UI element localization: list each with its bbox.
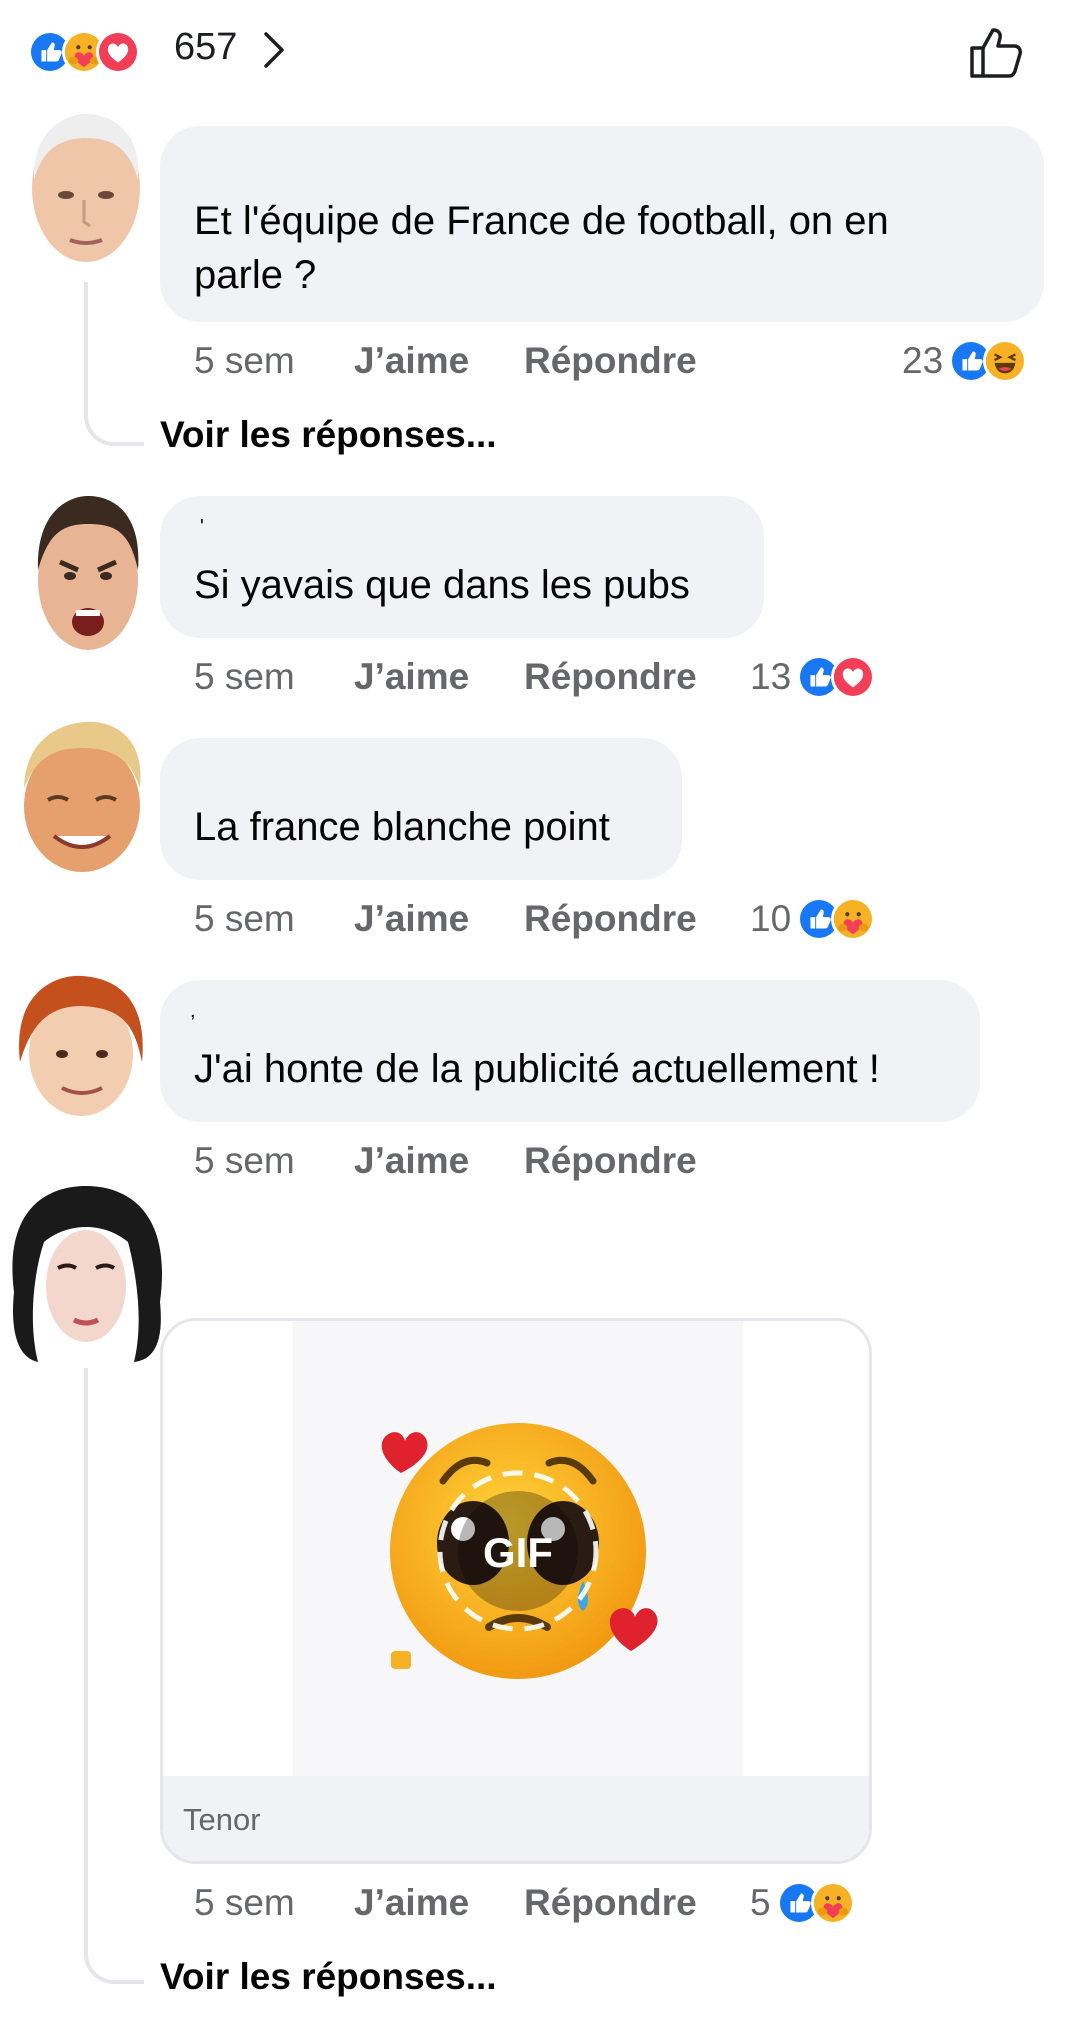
love-icon	[96, 30, 140, 74]
comment-text: Si yavais que dans les pubs	[194, 563, 690, 607]
comment-bubble: Et l'équipe de France de football, on en…	[160, 126, 1044, 322]
comment-actions: 5 sem J’aime Répondre	[194, 340, 754, 390]
avatar[interactable]	[26, 110, 146, 280]
chevron-right-icon[interactable]	[262, 30, 288, 70]
gif-footer: Tenor	[163, 1776, 869, 1861]
comment-reaction-count: 13	[750, 656, 792, 697]
reply-button[interactable]: Répondre	[524, 1882, 697, 1924]
reply-button[interactable]: Répondre	[524, 898, 697, 940]
comment-time: 5 sem	[194, 340, 295, 381]
avatar[interactable]	[4, 1182, 168, 1368]
care-icon	[831, 897, 876, 941]
care-icon	[810, 1881, 855, 1925]
avatar[interactable]	[16, 718, 148, 878]
comment-time: 5 sem	[194, 656, 295, 697]
comment-text: J'ai honte de la publicité actuellement …	[194, 1047, 880, 1091]
see-replies-link[interactable]: Voir les réponses...	[160, 414, 497, 456]
gif-preview[interactable]: GIF	[293, 1321, 743, 1776]
comment-bubble: , J'ai honte de la publicité actuellemen…	[160, 980, 980, 1122]
pleading-face-emoji: GIF	[381, 1423, 658, 1679]
like-button[interactable]: J’aime	[354, 1882, 469, 1924]
like-button[interactable]: J’aime	[354, 340, 469, 382]
comment-actions: 5 sem J’aime Répondre	[194, 1140, 754, 1190]
reply-button[interactable]: Répondre	[524, 340, 697, 382]
gif-source: Tenor	[183, 1802, 261, 1837]
comment-bubble: ' Si yavais que dans les pubs	[160, 496, 764, 638]
comment-bubble: La france blanche point	[160, 738, 682, 880]
comment-time: 5 sem	[194, 1140, 295, 1181]
gif-attachment[interactable]: GIF Tenor	[160, 1318, 872, 1864]
comment-reaction-count: 10	[750, 898, 792, 939]
like-button[interactable]: J’aime	[354, 898, 469, 940]
comment-actions: 5 sem J’aime Répondre	[194, 898, 754, 948]
reaction-summary[interactable]	[28, 30, 140, 74]
comment-text: Et l'équipe de France de football, on en…	[194, 199, 889, 297]
comment-reactions[interactable]: 13	[750, 652, 876, 702]
reply-button[interactable]: Répondre	[524, 656, 697, 698]
see-replies-link[interactable]: Voir les réponses...	[160, 1956, 497, 1998]
comment-reaction-count: 5	[750, 1882, 771, 1923]
love-icon	[831, 655, 876, 699]
comment-time: 5 sem	[194, 1882, 295, 1923]
like-button[interactable]: J’aime	[354, 656, 469, 698]
thumbs-up-icon[interactable]	[968, 24, 1026, 80]
like-button[interactable]: J’aime	[354, 1140, 469, 1182]
reply-button[interactable]: Répondre	[524, 1140, 697, 1182]
comment-time: 5 sem	[194, 898, 295, 939]
comment-reactions[interactable]: 10	[750, 894, 876, 944]
avatar[interactable]	[30, 490, 146, 656]
comment-reactions[interactable]: 23	[902, 336, 1028, 386]
comment-actions: 5 sem J’aime Répondre	[194, 1882, 754, 1932]
gif-label: GIF	[483, 1529, 553, 1576]
thread-connector	[84, 282, 144, 446]
comment-text: La france blanche point	[194, 805, 610, 849]
reactions-header: 657	[0, 0, 1080, 100]
comment-reactions[interactable]: 5	[750, 1878, 855, 1928]
comment-reaction-count: 23	[902, 340, 944, 381]
reaction-total-count[interactable]: 657	[174, 26, 237, 69]
avatar[interactable]	[16, 972, 146, 1122]
haha-icon	[983, 339, 1028, 383]
comment-actions: 5 sem J’aime Répondre	[194, 656, 754, 706]
thread-connector	[84, 1368, 144, 1984]
